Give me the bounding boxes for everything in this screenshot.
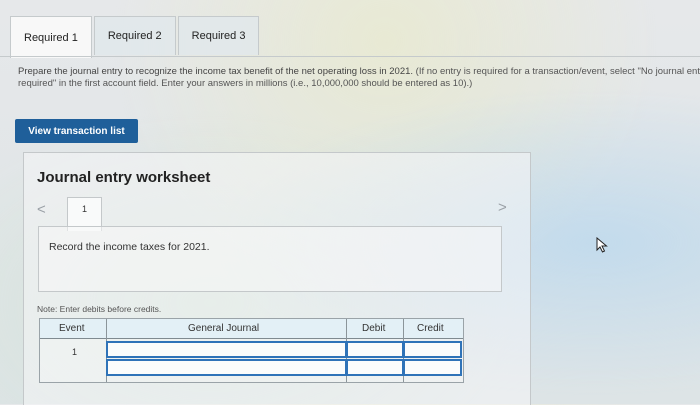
record-instruction-box: Record the income taxes for 2021.: [38, 226, 502, 292]
table-row-event: 1: [72, 347, 78, 357]
col-header-general-journal: General Journal: [188, 323, 260, 334]
debit-input-row-2[interactable]: [346, 359, 404, 376]
journal-table: Event General Journal Debit Credit 1: [39, 318, 464, 383]
tab-divider: [0, 56, 700, 57]
tab-required-2[interactable]: Required 2: [93, 16, 176, 55]
col-header-debit: Debit: [362, 323, 386, 334]
tab-required-1[interactable]: Required 1: [10, 16, 92, 58]
instructions: Prepare the journal entry to recognize t…: [18, 66, 700, 90]
journal-header: Event General Journal Debit Credit: [40, 319, 463, 339]
general-journal-input[interactable]: [106, 341, 347, 358]
worksheet-title: Journal entry worksheet: [37, 169, 211, 186]
debit-input[interactable]: [346, 341, 404, 358]
record-text: Record the income taxes for 2021.: [49, 241, 210, 253]
chevron-left-icon[interactable]: <: [37, 201, 46, 218]
requirement-tabs: Required 1 Required 2 Required 3: [10, 16, 260, 58]
col-header-event: Event: [59, 323, 85, 334]
general-journal-input-row-2[interactable]: [106, 359, 347, 376]
tab-required-3[interactable]: Required 3: [177, 16, 260, 55]
view-transaction-list-button[interactable]: View transaction list: [15, 119, 138, 143]
mouse-pointer-icon: [596, 237, 608, 253]
instructions-main: Prepare the journal entry to recognize t…: [18, 66, 414, 77]
credit-input[interactable]: [403, 341, 462, 358]
journal-entry-worksheet: Journal entry worksheet < 1 > Record the…: [23, 152, 531, 405]
credit-input-row-2[interactable]: [403, 359, 462, 376]
chevron-right-icon[interactable]: >: [498, 199, 507, 216]
col-header-credit: Credit: [417, 323, 444, 334]
note-text: Note: Enter debits before credits.: [37, 304, 162, 314]
